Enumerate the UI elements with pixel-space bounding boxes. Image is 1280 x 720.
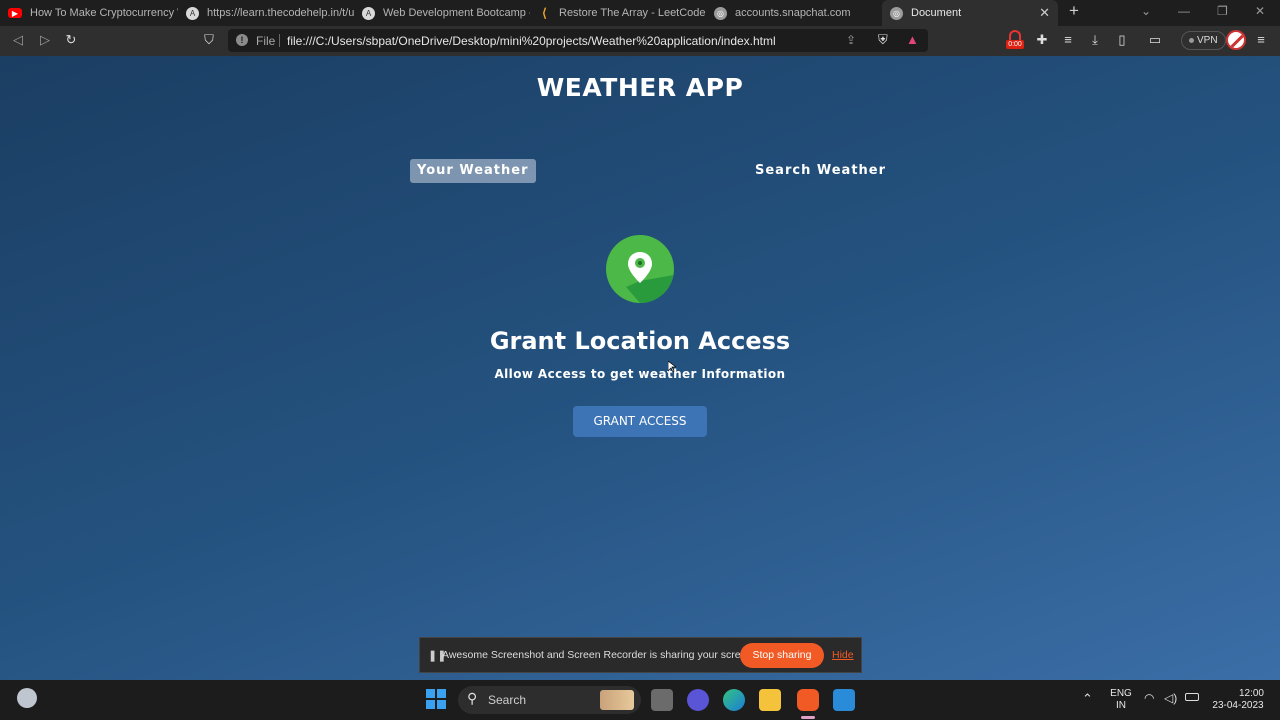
divider bbox=[279, 34, 280, 47]
search-highlight-icon bbox=[600, 690, 634, 710]
close-tab-icon[interactable]: ✕ bbox=[1039, 5, 1050, 21]
url-text[interactable]: file:///C:/Users/sbpat/OneDrive/Desktop/… bbox=[287, 34, 776, 48]
back-icon[interactable]: ◁ bbox=[9, 32, 27, 48]
app-title: WEATHER APP bbox=[536, 73, 744, 102]
vpn-label: VPN bbox=[1197, 35, 1218, 46]
weather-app-page: WEATHER APP Your Weather Search Weather … bbox=[0, 56, 1280, 680]
sidebar-icon[interactable]: ▯ bbox=[1113, 32, 1131, 48]
browser-toolbar: ◁ ▷ ↻ ⛉ ! File file:///C:/Users/sbpat/On… bbox=[0, 26, 1280, 56]
battery-icon[interactable] bbox=[1185, 693, 1199, 701]
browser-tab-snapchat[interactable]: ◎ accounts.snapchat.com bbox=[706, 0, 882, 26]
volume-icon[interactable]: ◁) bbox=[1164, 691, 1177, 705]
teams-chat-icon[interactable] bbox=[687, 689, 709, 711]
codehelp-icon: A bbox=[362, 6, 375, 20]
wifi-icon[interactable]: ◠ bbox=[1144, 691, 1154, 705]
tab-title: Document bbox=[911, 7, 962, 19]
active-app-indicator bbox=[801, 716, 815, 719]
grant-title: Grant Location Access bbox=[489, 327, 791, 355]
profile-avatar[interactable] bbox=[1226, 30, 1246, 50]
share-icon[interactable]: ⇪ bbox=[846, 33, 856, 47]
taskbar-search[interactable]: ⚲ Search bbox=[458, 686, 641, 714]
vpn-button[interactable]: VPN bbox=[1181, 31, 1226, 50]
reload-icon[interactable]: ↻ bbox=[62, 32, 80, 48]
browser-tab-strip: ▶ How To Make Cryptocurrency W A https:/… bbox=[0, 0, 1280, 26]
wallet-icon[interactable]: ▭ bbox=[1146, 32, 1164, 48]
info-icon[interactable]: ! bbox=[236, 34, 248, 46]
tab-your-weather[interactable]: Your Weather bbox=[410, 159, 536, 183]
clock-date: 23-04-2023 bbox=[1212, 700, 1264, 711]
clock-time: 12:00 bbox=[1238, 688, 1264, 699]
file-explorer-icon[interactable] bbox=[759, 689, 781, 711]
tab-search-chevron-icon[interactable]: ⌄ bbox=[1141, 4, 1151, 18]
edge-icon[interactable] bbox=[723, 689, 745, 711]
grant-subtitle: Allow Access to get weather Information bbox=[494, 367, 786, 381]
brave-rewards-icon[interactable]: ▲ bbox=[906, 32, 919, 47]
codehelp-icon: A bbox=[186, 6, 199, 20]
grant-access-button[interactable]: GRANT ACCESS bbox=[573, 406, 707, 437]
recorder-icon[interactable]: 0:00 bbox=[1006, 30, 1024, 50]
vpn-status-dot bbox=[1189, 37, 1194, 43]
hide-link[interactable]: Hide bbox=[832, 649, 854, 661]
extensions-icon[interactable]: ✚ bbox=[1033, 32, 1051, 48]
language-label: ENG bbox=[1110, 688, 1132, 699]
menu-icon[interactable]: ≡ bbox=[1252, 32, 1270, 47]
stop-sharing-button[interactable]: Stop sharing bbox=[740, 643, 824, 668]
bookmark-icon[interactable]: ⛉ bbox=[200, 32, 218, 48]
globe-icon: ◎ bbox=[890, 6, 903, 20]
tab-title: Web Development Bootcamp - C bbox=[383, 7, 530, 19]
browser-tab-codehelp[interactable]: A https://learn.thecodehelp.in/t/u/ bbox=[178, 0, 354, 26]
browser-tab-leetcode[interactable]: ⟨ Restore The Array - LeetCode bbox=[530, 0, 706, 26]
scheme-label: File bbox=[256, 34, 276, 48]
show-hidden-icons-icon[interactable]: ⌃ bbox=[1082, 691, 1093, 707]
forward-icon[interactable]: ▷ bbox=[36, 32, 54, 48]
close-window-icon[interactable]: ✕ bbox=[1255, 4, 1265, 18]
browser-tab-document[interactable]: ◎ Document ✕ bbox=[882, 0, 1058, 26]
task-view-icon[interactable] bbox=[651, 689, 673, 711]
mouse-cursor-icon bbox=[668, 361, 676, 373]
maximize-icon[interactable]: ❐ bbox=[1217, 4, 1228, 18]
language-indicator[interactable]: ENG IN bbox=[1106, 688, 1136, 712]
clock[interactable]: 12:00 23-04-2023 bbox=[1207, 688, 1269, 712]
download-icon[interactable]: ⤓ bbox=[1086, 32, 1104, 48]
new-tab-icon[interactable]: + bbox=[1069, 1, 1079, 21]
brave-browser-icon[interactable] bbox=[797, 689, 819, 711]
sharing-message: Awesome Screenshot and Screen Recorder i… bbox=[442, 649, 756, 661]
brave-shield-icon[interactable]: ⛨ bbox=[878, 32, 888, 48]
globe-icon: ◎ bbox=[714, 6, 727, 20]
tab-title: accounts.snapchat.com bbox=[735, 7, 851, 19]
tab-title: Restore The Array - LeetCode bbox=[559, 7, 706, 19]
browser-tab-youtube[interactable]: ▶ How To Make Cryptocurrency W bbox=[0, 0, 178, 26]
weather-widget-icon[interactable] bbox=[17, 688, 37, 708]
windows-taskbar: ⚲ Search ⌃ ENG IN ◠ ◁) 12:00 23-04-2023 bbox=[0, 680, 1280, 720]
recorder-time: 0:00 bbox=[1006, 40, 1024, 49]
browser-tab-bootcamp[interactable]: A Web Development Bootcamp - C bbox=[354, 0, 530, 26]
tab-search-weather[interactable]: Search Weather bbox=[748, 159, 893, 183]
screen-sharing-banner: ❚❚ Awesome Screenshot and Screen Recorde… bbox=[419, 637, 862, 673]
minimize-icon[interactable]: — bbox=[1178, 4, 1190, 18]
search-icon: ⚲ bbox=[467, 690, 478, 706]
search-label: Search bbox=[488, 693, 527, 707]
tab-title: https://learn.thecodehelp.in/t/u/ bbox=[207, 7, 354, 19]
youtube-icon: ▶ bbox=[8, 8, 22, 18]
leetcode-icon: ⟨ bbox=[542, 6, 547, 20]
address-bar[interactable]: ! File file:///C:/Users/sbpat/OneDrive/D… bbox=[228, 29, 928, 52]
region-label: IN bbox=[1116, 700, 1126, 711]
playlist-icon[interactable]: ≡ bbox=[1059, 32, 1077, 47]
windows-start-icon[interactable] bbox=[426, 689, 446, 709]
tab-title: How To Make Cryptocurrency W bbox=[30, 7, 178, 19]
vscode-icon[interactable] bbox=[833, 689, 855, 711]
location-pin-icon bbox=[606, 235, 674, 303]
